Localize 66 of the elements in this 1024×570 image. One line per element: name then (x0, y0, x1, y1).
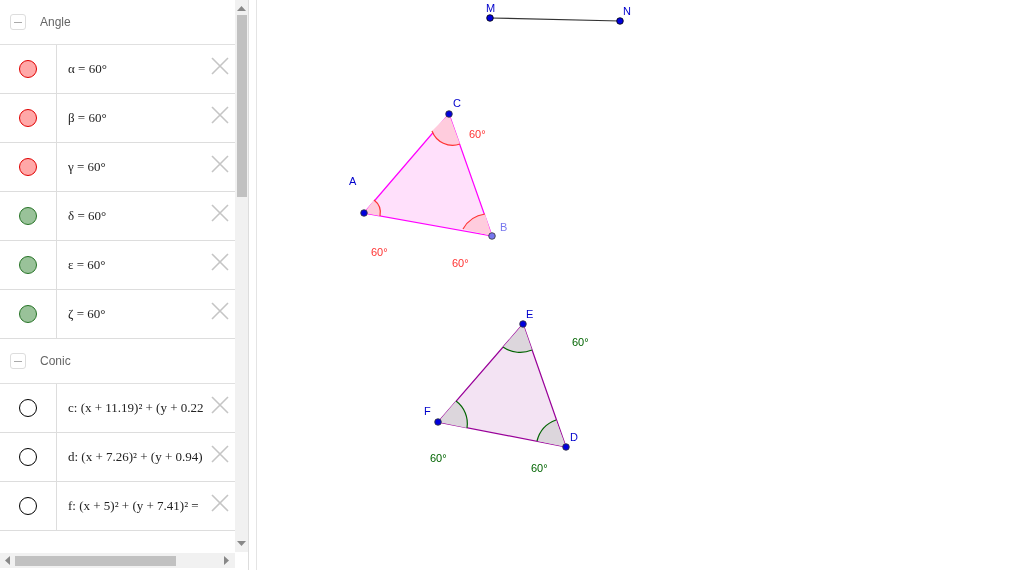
close-button[interactable] (209, 443, 231, 465)
vertical-scrollbar[interactable] (235, 0, 248, 552)
triangle[interactable] (360, 110, 496, 240)
close-button[interactable] (209, 251, 231, 273)
close-button[interactable] (209, 394, 231, 416)
point-label: A (349, 175, 357, 187)
algebra-expression: f: (x + 5)² + (y + 7.41)² = (67, 498, 199, 514)
collapse-toggle[interactable] (10, 14, 26, 30)
visibility-toggle[interactable] (19, 399, 37, 417)
algebra-expression: ζ = 60° (67, 306, 106, 322)
point-label: E (526, 308, 534, 320)
angle-label: 60° (531, 462, 548, 474)
algebra-expression: ε = 60° (67, 257, 106, 273)
algebra-item[interactable]: ζ = 60° (0, 290, 235, 339)
scrollbar-thumb[interactable] (237, 15, 247, 197)
algebra-expression: c: (x + 11.19)² + (y + 0.22 (67, 400, 204, 416)
algebra-item[interactable]: γ = 60° (0, 143, 235, 192)
close-button[interactable] (209, 300, 231, 322)
point-label: D (570, 431, 578, 443)
scroll-right-icon[interactable] (224, 556, 229, 565)
scroll-up-icon[interactable] (237, 6, 246, 11)
visibility-toggle[interactable] (19, 305, 37, 323)
point-label: C (453, 97, 461, 109)
algebra-expression: d: (x + 7.26)² + (y + 0.94) (67, 449, 203, 465)
close-button[interactable] (209, 202, 231, 224)
horizontal-scrollbar[interactable] (0, 553, 235, 568)
close-button[interactable] (209, 55, 231, 77)
close-button[interactable] (209, 153, 231, 175)
angle-label: 60° (572, 336, 589, 348)
algebra-item[interactable]: f: (x + 5)² + (y + 7.41)² = (0, 482, 235, 531)
point-label: N (623, 5, 631, 17)
algebra-item[interactable]: δ = 60° (0, 192, 235, 241)
scroll-down-icon[interactable] (237, 541, 246, 546)
line-segment[interactable] (486, 14, 624, 25)
angle-label: 60° (452, 257, 469, 269)
visibility-toggle[interactable] (19, 448, 37, 466)
scroll-left-icon[interactable] (5, 556, 10, 565)
group-title: Angle (40, 15, 71, 29)
algebra-expression: α = 60° (67, 61, 107, 77)
visibility-toggle[interactable] (19, 207, 37, 225)
algebra-expression: γ = 60° (67, 159, 106, 175)
visibility-toggle[interactable] (19, 158, 37, 176)
triangle[interactable] (434, 320, 570, 451)
algebra-item[interactable]: α = 60° (0, 45, 235, 94)
point-label: F (424, 405, 431, 417)
close-button[interactable] (209, 492, 231, 514)
algebra-item[interactable]: d: (x + 7.26)² + (y + 0.94) (0, 433, 235, 482)
visibility-toggle[interactable] (19, 256, 37, 274)
algebra-item[interactable]: ε = 60° (0, 241, 235, 290)
angle-label: 60° (469, 128, 486, 140)
angle-label: 60° (430, 452, 447, 464)
visibility-toggle[interactable] (19, 497, 37, 515)
visibility-toggle[interactable] (19, 109, 37, 127)
algebra-item[interactable]: c: (x + 11.19)² + (y + 0.22 (0, 384, 235, 433)
close-button[interactable] (209, 104, 231, 126)
algebra-expression: δ = 60° (67, 208, 107, 224)
scrollbar-thumb[interactable] (15, 556, 176, 566)
algebra-expression: β = 60° (67, 110, 107, 126)
geometry-canvas[interactable]: M N A C B 60° 60° 60° E F D 60° 60° 60° (257, 0, 1024, 570)
angle-label: 60° (371, 246, 388, 258)
visibility-toggle[interactable] (19, 60, 37, 78)
group-title: Conic (40, 354, 71, 368)
collapse-toggle[interactable] (10, 353, 26, 369)
algebra-item[interactable]: β = 60° (0, 94, 235, 143)
point-label: M (486, 2, 496, 14)
point-label: B (500, 221, 508, 233)
